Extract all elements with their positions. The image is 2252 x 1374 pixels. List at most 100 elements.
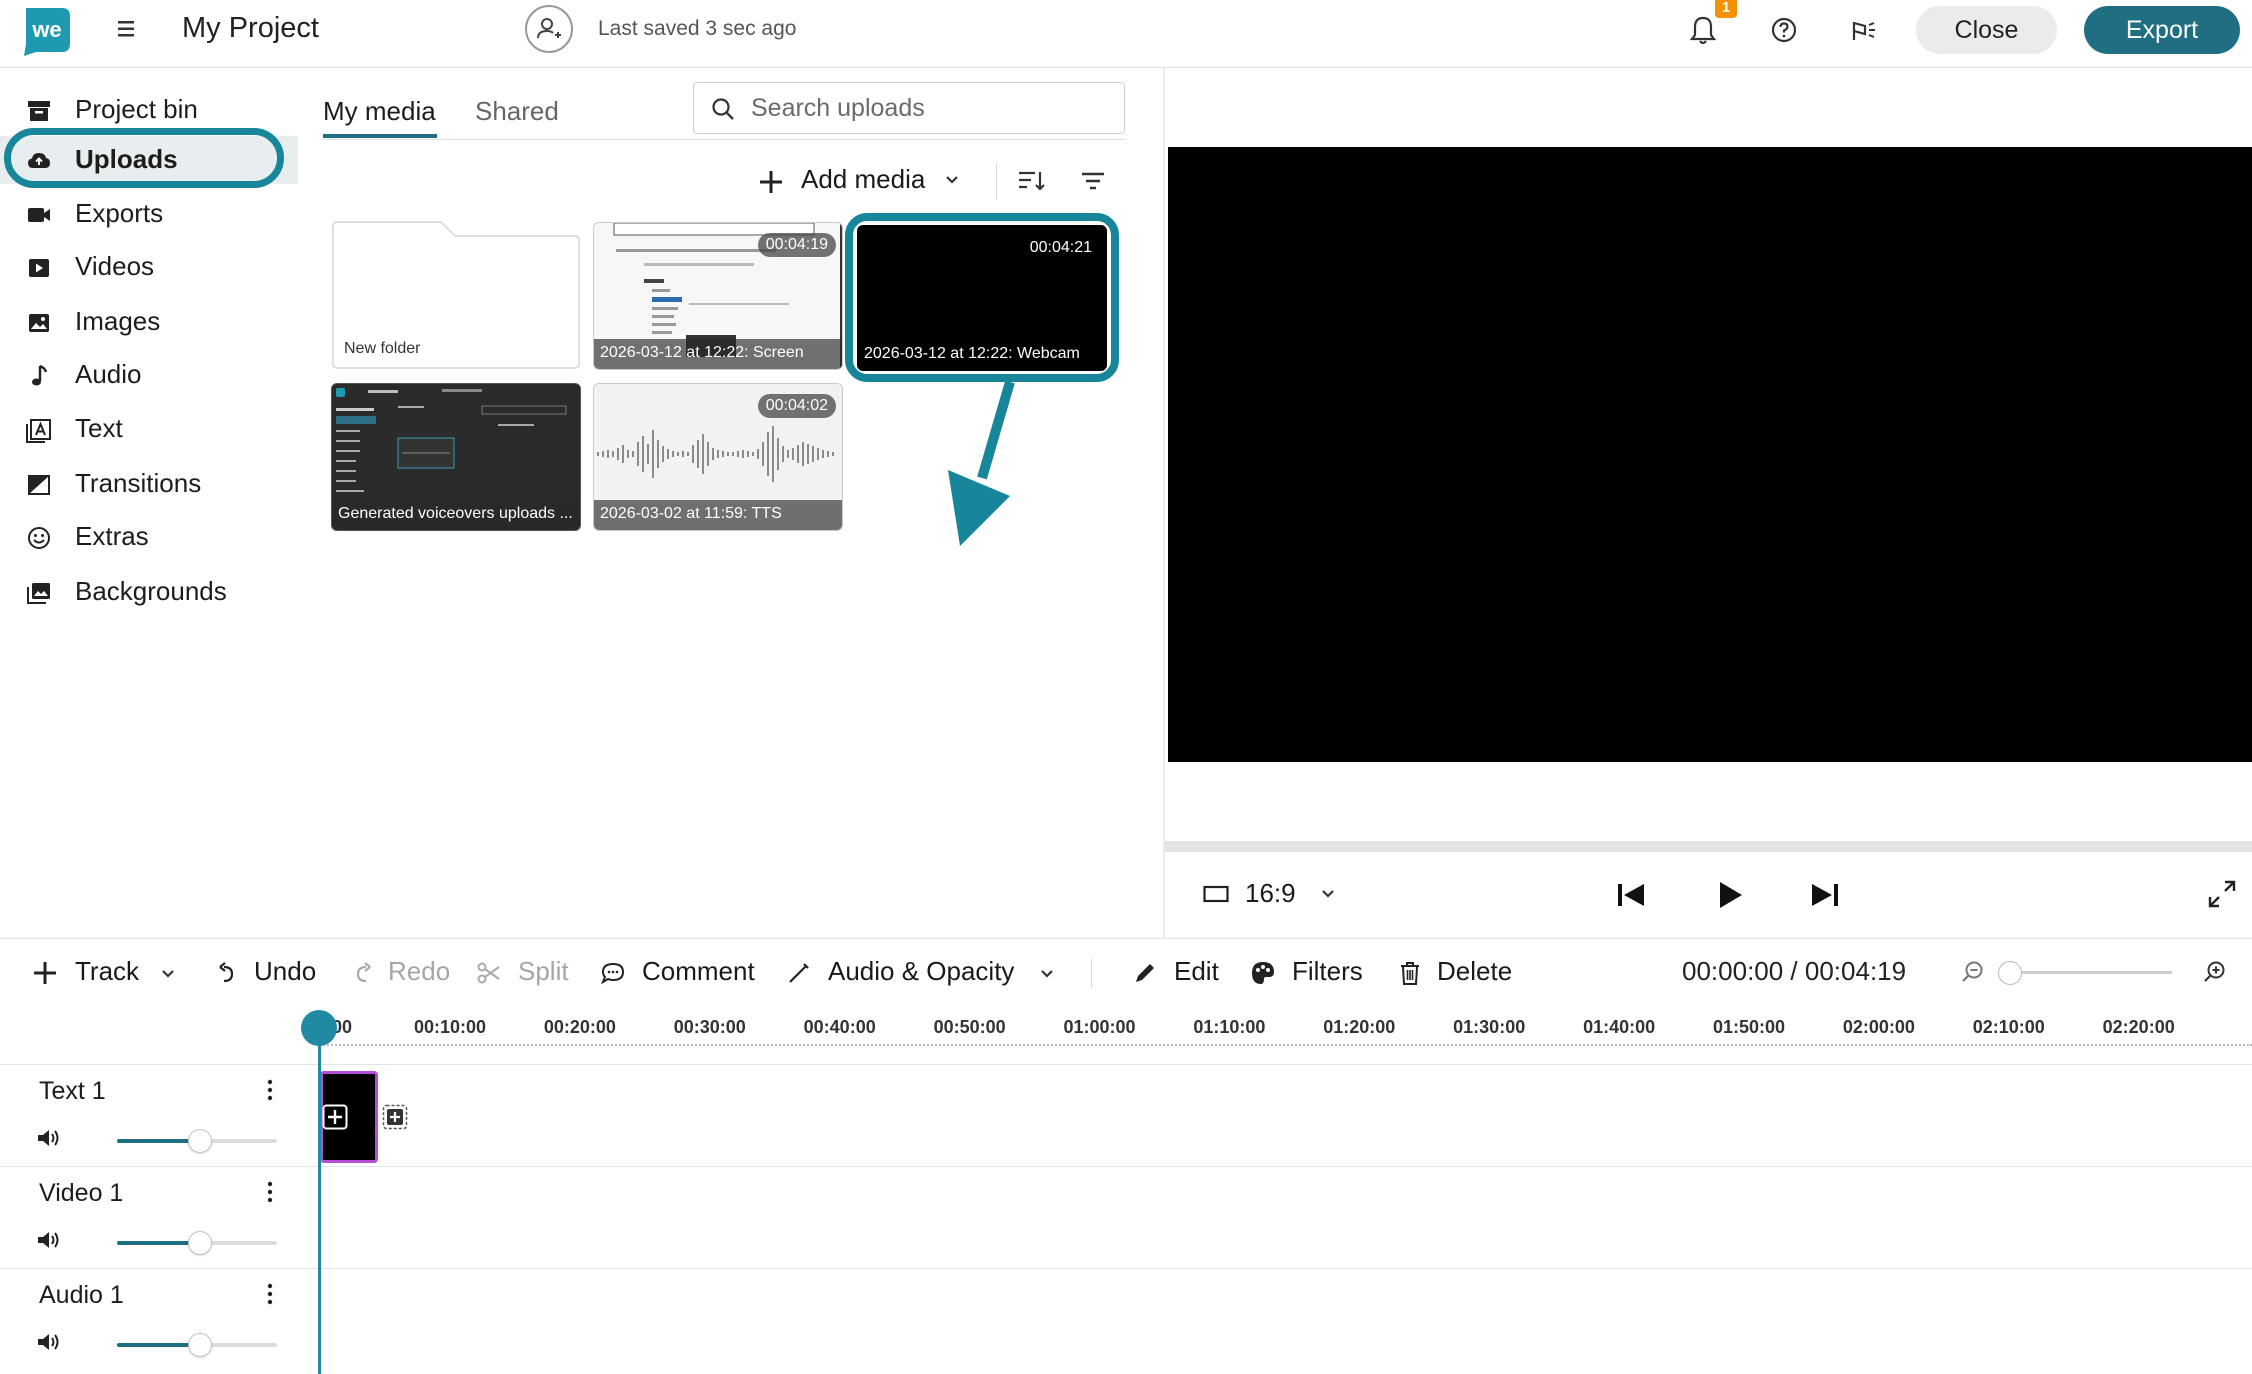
ruler-tick-label: 01:10:00 (1193, 1017, 1266, 1037)
volume-slider-handle[interactable] (188, 1231, 213, 1255)
ruler-tick-label: 00:10:00 (413, 1017, 487, 1037)
panel-divider (1163, 68, 1165, 938)
sidebar-item-label: Transitions (75, 468, 202, 498)
volume-icon[interactable] (36, 1127, 62, 1149)
sidebar-item-images[interactable]: Images (0, 298, 298, 346)
split-label: Split (518, 956, 569, 986)
logo-icon[interactable]: we (20, 4, 72, 56)
timecode-display: 00:00:00 / 00:04:19 (1682, 956, 1907, 986)
help-icon[interactable] (1768, 14, 1800, 46)
ruler-tick-label: 01:40:00 (1583, 1017, 1656, 1037)
tile-caption: 2026-03-12 at 12:22: Screen (594, 339, 842, 369)
more-options-icon[interactable] (262, 1281, 278, 1307)
track-name[interactable]: Text 1 (39, 1077, 106, 1106)
undo-button[interactable]: Undo (214, 954, 324, 992)
zoom-out-icon[interactable] (1960, 959, 1986, 985)
media-tile-folder[interactable]: New folder (331, 220, 581, 369)
volume-icon[interactable] (36, 1229, 62, 1251)
filter-icon[interactable] (1080, 170, 1106, 192)
zoom-slider-track[interactable] (2010, 971, 2172, 974)
sidebar-item-label: Project bin (75, 94, 198, 124)
tile-caption: 2026-03-02 at 11:59: TTS (594, 500, 842, 530)
toolbar-separator (996, 162, 997, 200)
notifications-bell-icon[interactable] (1688, 14, 1718, 46)
tab-my-media[interactable]: My media (323, 96, 436, 127)
filters-label: Filters (1292, 956, 1363, 986)
delete-button[interactable]: Delete (1397, 954, 1527, 992)
search-uploads-input[interactable]: Search uploads (693, 82, 1125, 134)
redo-button[interactable]: Redo (350, 954, 450, 992)
trash-icon (1397, 960, 1423, 986)
audio-opacity-button[interactable]: Audio & Opacity (786, 954, 1056, 992)
volume-slider-handle[interactable] (188, 1333, 213, 1357)
add-clip-after-icon[interactable] (382, 1104, 408, 1130)
duration-badge: 00:04:02 (757, 394, 836, 418)
active-tab-indicator (323, 134, 437, 138)
export-button[interactable]: Export (2084, 6, 2240, 54)
announcements-icon[interactable] (1848, 14, 1880, 46)
project-title[interactable]: My Project (182, 12, 319, 45)
more-options-icon[interactable] (262, 1179, 278, 1205)
comment-button[interactable]: Comment (600, 954, 760, 992)
sidebar-item-label: Backgrounds (75, 576, 227, 606)
add-user-icon (537, 18, 561, 39)
sidebar-item-label: Extras (75, 521, 149, 551)
media-tile-voiceovers[interactable]: Generated voiceovers uploads ... (331, 383, 581, 531)
timeline-divider (0, 938, 2252, 939)
ruler-tick-label: 01:00:00 (1063, 1017, 1136, 1037)
sort-icon[interactable] (1017, 168, 1047, 194)
edit-button[interactable]: Edit (1132, 954, 1227, 992)
zoom-in-icon[interactable] (2202, 959, 2228, 985)
add-clip-icon[interactable] (322, 1104, 348, 1130)
ruler-tick-label: 01:20:00 (1323, 1017, 1396, 1037)
timeline-ruler[interactable]: 00 00:10:00 00:20:00 00:30:00 00:40:00 00:50:… (320, 1015, 2252, 1065)
plus-icon (757, 168, 785, 196)
media-tile-screen[interactable]: 00:04:19 2026-03-12 at 12:22: Screen (593, 222, 843, 370)
share-user-button[interactable] (525, 5, 573, 53)
redo-icon (350, 960, 376, 986)
sidebar-item-backgrounds[interactable]: Backgrounds (0, 568, 298, 616)
video-preview[interactable] (1168, 147, 2252, 762)
sidebar-item-text[interactable]: Text (0, 405, 298, 453)
sidebar-item-audio[interactable]: Audio (0, 351, 298, 399)
sidebar-item-exports[interactable]: Exports (0, 190, 298, 238)
media-tile-tts-audio[interactable]: 00:04:02 2026-03-02 at 11:59: TTS (593, 383, 843, 531)
volume-icon[interactable] (36, 1331, 62, 1353)
skip-to-end-icon[interactable] (1808, 878, 1842, 912)
track-row: Video 1 (0, 1167, 2252, 1269)
preview-seek-bar[interactable] (1165, 841, 2252, 852)
play-icon[interactable] (1712, 878, 1746, 912)
volume-slider-handle[interactable] (188, 1129, 213, 1153)
ruler-tick-label: 02:00:00 (1842, 1017, 1915, 1037)
close-button[interactable]: Close (1916, 6, 2057, 54)
audio-opacity-label: Audio & Opacity (828, 956, 1015, 986)
delete-label: Delete (1437, 956, 1513, 986)
sidebar-item-extras[interactable]: Extras (0, 513, 298, 561)
tab-shared[interactable]: Shared (475, 96, 559, 127)
image-icon (26, 310, 52, 336)
uploads-highlight-ring (4, 128, 284, 188)
video-camera-icon (26, 202, 52, 228)
notification-badge: 1 (1715, 0, 1737, 18)
skip-to-start-icon[interactable] (1614, 878, 1648, 912)
sidebar-item-label: Audio (75, 359, 142, 389)
playhead-handle[interactable] (301, 1010, 337, 1046)
ruler-tick-label: 01:50:00 (1712, 1017, 1786, 1037)
zoom-slider-handle[interactable] (1998, 961, 2022, 985)
ruler-tick-label: 00:40:00 (803, 1017, 876, 1037)
sidebar-item-project-bin[interactable]: Project bin (0, 86, 298, 134)
playhead-line[interactable] (318, 1028, 321, 1374)
menu-icon[interactable] (115, 18, 139, 40)
sidebar-item-transitions[interactable]: Transitions (0, 460, 298, 508)
sidebar-item-videos[interactable]: Videos (0, 243, 298, 291)
more-options-icon[interactable] (262, 1077, 278, 1103)
fullscreen-icon[interactable] (2206, 878, 2238, 910)
track-name[interactable]: Audio 1 (39, 1281, 124, 1310)
split-button[interactable]: Split (476, 954, 576, 992)
track-name[interactable]: Video 1 (39, 1179, 123, 1208)
chevron-down-icon (944, 174, 960, 186)
filters-button[interactable]: Filters (1250, 954, 1370, 992)
add-media-label: Add media (801, 164, 926, 194)
pen-line-icon (786, 960, 812, 986)
add-track-button[interactable]: Track (32, 954, 182, 992)
